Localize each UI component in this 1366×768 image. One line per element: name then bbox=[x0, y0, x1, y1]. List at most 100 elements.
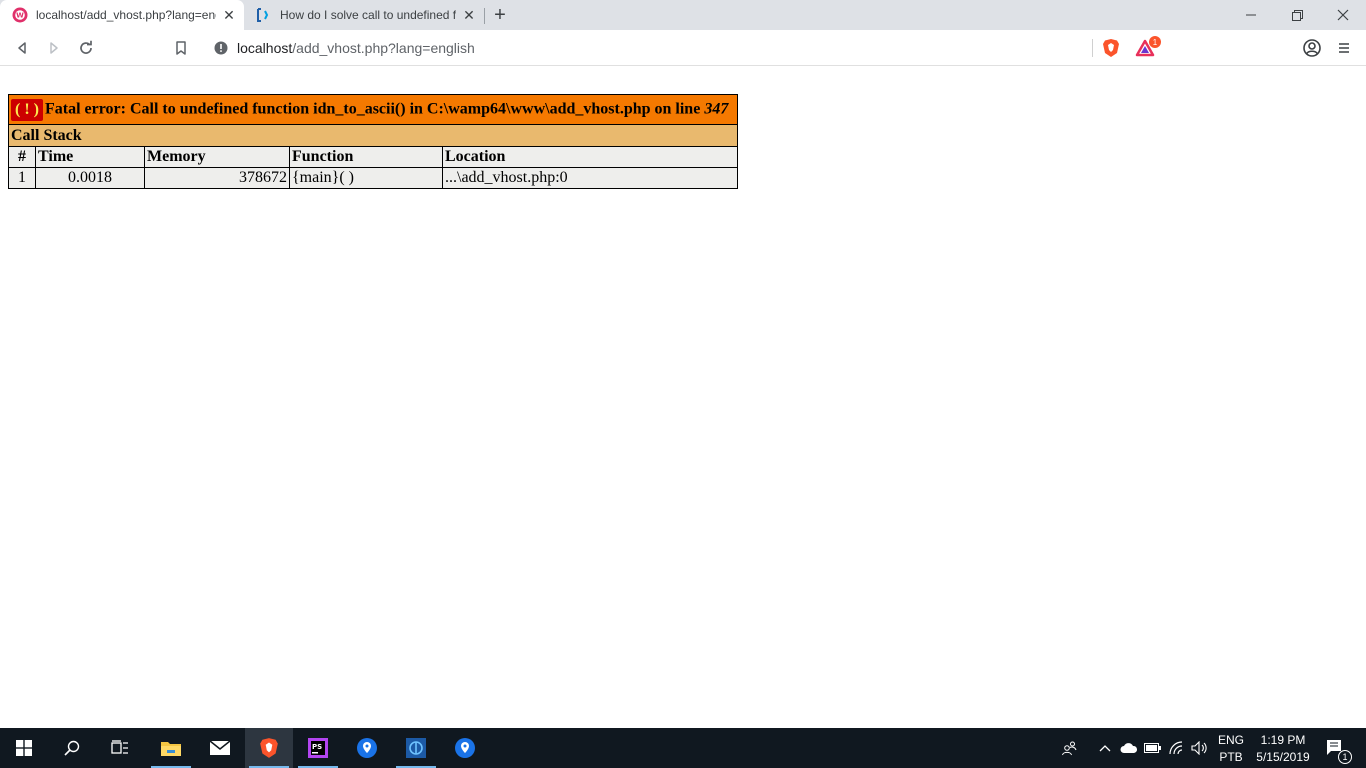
brave-rewards-button[interactable]: 1 bbox=[1133, 34, 1161, 62]
forward-icon bbox=[50, 42, 58, 54]
app-icon bbox=[406, 738, 426, 758]
back-icon bbox=[18, 42, 26, 54]
onedrive-cloud-icon bbox=[1120, 743, 1138, 753]
people-button[interactable] bbox=[1056, 728, 1082, 768]
cell-function: {main}( ) bbox=[289, 167, 443, 189]
browser-toolbar: localhost/add_vhost.php?lang=english 1 bbox=[0, 30, 1366, 66]
divider bbox=[1092, 39, 1093, 57]
close-tab-icon[interactable]: ✕ bbox=[460, 6, 478, 24]
task-view-icon bbox=[111, 740, 128, 754]
battery-icon bbox=[1144, 743, 1161, 753]
url-path: /add_vhost.php?lang=english bbox=[292, 40, 475, 56]
call-stack-columns: # Time Memory Function Location bbox=[8, 146, 738, 168]
action-center-button[interactable]: 1 bbox=[1320, 728, 1352, 768]
phpstorm-icon: PS bbox=[308, 738, 328, 758]
volume-button[interactable] bbox=[1188, 728, 1212, 768]
file-explorer-icon bbox=[161, 742, 181, 756]
back-button[interactable] bbox=[8, 34, 36, 62]
windows-start-icon bbox=[16, 740, 32, 756]
bookmark-button[interactable] bbox=[167, 34, 195, 62]
url-text: localhost/add_vhost.php?lang=english bbox=[237, 40, 475, 56]
brave-browser-button[interactable] bbox=[245, 728, 293, 768]
cell-number: 1 bbox=[8, 167, 36, 189]
show-hidden-icons-button[interactable] bbox=[1096, 728, 1114, 768]
people-icon bbox=[1062, 741, 1077, 756]
tab-localhost[interactable]: W localhost/add_vhost.php?lang=eng ✕ bbox=[0, 0, 244, 30]
column-header-number: # bbox=[8, 146, 36, 168]
tab-stackoverflow[interactable]: How do I solve call to undefined fu ✕ bbox=[244, 0, 484, 30]
mail-button[interactable] bbox=[196, 728, 244, 768]
maps-icon bbox=[455, 738, 475, 758]
language-secondary: PTB bbox=[1219, 749, 1243, 764]
notification-count-badge: 1 bbox=[1338, 750, 1352, 764]
svg-text:PS: PS bbox=[312, 743, 322, 751]
stackoverflow-icon bbox=[256, 7, 272, 23]
clock-date: 5/15/2019 bbox=[1256, 749, 1310, 764]
close-icon bbox=[1337, 9, 1349, 21]
minimize-button[interactable] bbox=[1228, 0, 1274, 30]
mail-icon bbox=[209, 740, 231, 755]
network-button[interactable] bbox=[1166, 728, 1188, 768]
call-stack-title: Call Stack bbox=[8, 124, 738, 147]
close-window-button[interactable] bbox=[1320, 0, 1366, 30]
search-icon bbox=[64, 740, 80, 756]
address-bar[interactable]: localhost/add_vhost.php?lang=english bbox=[204, 34, 1164, 62]
tab-strip: W localhost/add_vhost.php?lang=eng ✕ How… bbox=[0, 0, 1366, 30]
brave-shields-button[interactable] bbox=[1097, 34, 1125, 62]
column-header-function: Function bbox=[289, 146, 443, 168]
phpstorm-button[interactable]: PS bbox=[294, 728, 342, 768]
tab-title: How do I solve call to undefined fu bbox=[280, 8, 456, 22]
input-language-button[interactable]: ENG PTB bbox=[1214, 728, 1248, 768]
file-explorer-button[interactable] bbox=[147, 728, 195, 768]
cell-memory: 378672 bbox=[144, 167, 290, 189]
start-button[interactable] bbox=[0, 728, 48, 768]
restore-button[interactable] bbox=[1274, 0, 1320, 30]
info-icon[interactable] bbox=[213, 40, 229, 56]
search-button[interactable] bbox=[48, 728, 96, 768]
chevron-up-icon bbox=[1099, 745, 1111, 752]
error-badge: ( ! ) bbox=[11, 98, 43, 121]
windows-taskbar: PS ENG PTB 1:19 PM 5/15/2019 1 bbox=[0, 728, 1366, 768]
reload-icon bbox=[80, 40, 92, 54]
brave-shield-icon bbox=[1103, 39, 1119, 57]
error-line-number: 347 bbox=[704, 100, 729, 118]
xdebug-error-table: ( ! ) Fatal error: Call to undefined func… bbox=[8, 94, 738, 189]
onedrive-button[interactable] bbox=[1118, 728, 1140, 768]
maps-button[interactable] bbox=[343, 728, 391, 768]
profile-button[interactable] bbox=[1298, 34, 1326, 62]
svg-text:W: W bbox=[16, 12, 24, 20]
speaker-icon bbox=[1191, 741, 1207, 755]
menu-button[interactable] bbox=[1330, 34, 1358, 62]
profile-icon bbox=[1303, 39, 1321, 57]
minimize-icon bbox=[1246, 14, 1256, 16]
column-header-location: Location bbox=[442, 146, 738, 168]
clock-button[interactable]: 1:19 PM 5/15/2019 bbox=[1250, 728, 1316, 768]
tab-separator bbox=[484, 8, 485, 24]
url-host: localhost bbox=[237, 40, 293, 56]
bookmark-icon bbox=[176, 41, 186, 55]
reload-button[interactable] bbox=[72, 34, 100, 62]
brave-icon bbox=[260, 738, 278, 758]
forward-button[interactable] bbox=[40, 34, 68, 62]
clock-time: 1:19 PM bbox=[1260, 732, 1306, 747]
error-text: Fatal error: Call to undefined function … bbox=[44, 100, 705, 118]
new-tab-button[interactable]: + bbox=[488, 4, 512, 26]
maps-icon bbox=[357, 738, 377, 758]
task-view-button[interactable] bbox=[96, 728, 144, 768]
column-header-time: Time bbox=[35, 146, 145, 168]
wampserver-icon: W bbox=[12, 7, 28, 23]
cell-time: 0.0018 bbox=[35, 167, 145, 189]
column-header-memory: Memory bbox=[144, 146, 290, 168]
hamburger-menu-icon bbox=[1339, 43, 1349, 53]
tab-title: localhost/add_vhost.php?lang=eng bbox=[36, 8, 216, 22]
rewards-badge: 1 bbox=[1149, 36, 1161, 48]
cell-location: ...\add_vhost.php:0 bbox=[442, 167, 738, 189]
maps-button[interactable] bbox=[441, 728, 489, 768]
fatal-error-message: ( ! ) Fatal error: Call to undefined func… bbox=[8, 94, 738, 125]
battery-button[interactable] bbox=[1142, 728, 1164, 768]
call-stack-header-row: Call Stack bbox=[8, 124, 738, 147]
app-button[interactable] bbox=[392, 728, 440, 768]
close-tab-icon[interactable]: ✕ bbox=[220, 6, 238, 24]
wifi-icon bbox=[1169, 741, 1183, 755]
restore-icon bbox=[1291, 9, 1303, 21]
